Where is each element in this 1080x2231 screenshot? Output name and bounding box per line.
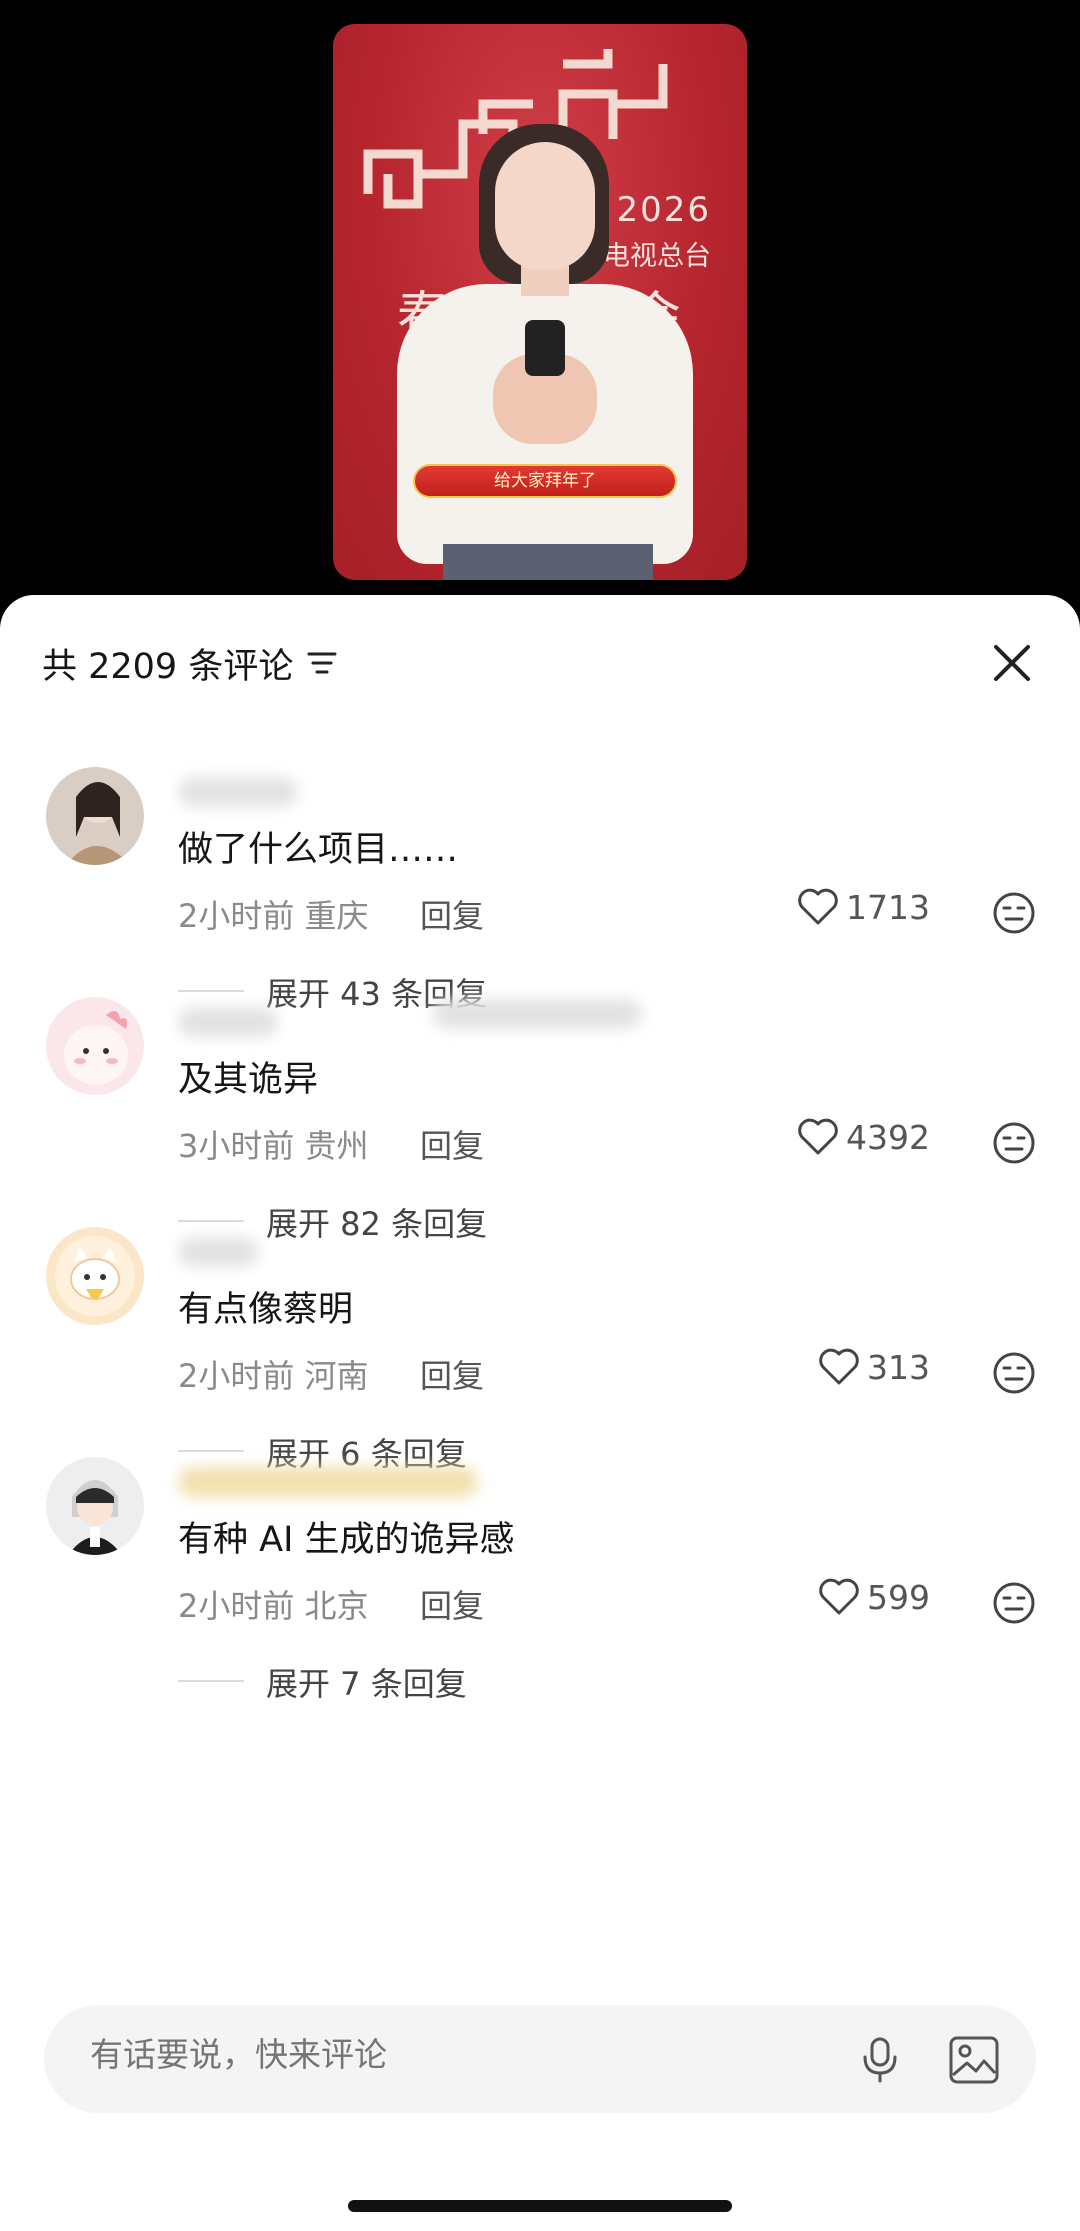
comment-time: 2小时前 — [178, 1587, 295, 1625]
greeting-banner: 给大家拜年了 — [413, 464, 677, 498]
expand-replies-button[interactable]: 展开 7 条回复 — [266, 1659, 467, 1705]
comment-location: 河南 — [304, 1357, 369, 1395]
avatar-image — [46, 1227, 144, 1325]
year-label: 2026 — [616, 190, 711, 230]
comment-input[interactable] — [90, 2035, 790, 2074]
avatar[interactable] — [46, 1227, 144, 1325]
comment-location: 贵州 — [304, 1127, 369, 1165]
comment-count: 共 2209 条评论 — [42, 646, 294, 687]
presenter-face — [495, 142, 595, 270]
username-badge-blurred — [432, 999, 642, 1029]
microphone — [525, 320, 565, 376]
avatar[interactable] — [46, 997, 144, 1095]
comment-time: 3小时前 — [178, 1127, 295, 1165]
username-blurred — [178, 777, 298, 807]
username-blurred — [178, 1237, 258, 1267]
close-button[interactable] — [984, 635, 1040, 691]
username-blurred — [178, 1007, 278, 1037]
comment-item: 有种 AI 生成的诡异感 2小时前 北京 回复 599 展开 7 条回复 — [0, 1457, 1080, 1757]
comment-location: 北京 — [304, 1587, 369, 1625]
comment-location: 重庆 — [304, 897, 369, 935]
heart-icon — [819, 1348, 859, 1385]
filter-icon[interactable] — [307, 649, 337, 677]
avatar-image — [46, 767, 144, 865]
like-count: 313 — [867, 1347, 930, 1387]
like-button[interactable]: 4392 — [796, 1117, 930, 1157]
expand-divider — [178, 990, 244, 992]
comment-time: 2小时前 — [178, 897, 295, 935]
reply-button[interactable]: 回复 — [420, 1121, 484, 1167]
reaction-face-icon[interactable] — [992, 1581, 1036, 1625]
home-indicator[interactable] — [348, 2200, 732, 2212]
username-blurred — [178, 1467, 478, 1497]
reaction-face-icon[interactable] — [992, 891, 1036, 935]
heart-icon — [819, 1578, 859, 1615]
expand-divider — [178, 1220, 244, 1222]
like-button[interactable]: 1713 — [796, 887, 930, 927]
heart-icon — [798, 1118, 838, 1155]
comment-sheet: 共 2209 条评论 做了什么项目…… 2小时前 重庆 回复 1713 展开 4… — [0, 595, 1080, 2231]
like-button[interactable]: 313 — [817, 1347, 930, 1387]
reply-button[interactable]: 回复 — [420, 1581, 484, 1627]
comment-text: 做了什么项目…… — [178, 830, 459, 870]
like-count: 599 — [867, 1577, 930, 1617]
avatar[interactable] — [46, 1457, 144, 1555]
comment-time: 2小时前 — [178, 1357, 295, 1395]
image-icon[interactable] — [948, 2035, 1000, 2085]
presenter-jeans — [443, 544, 653, 580]
greeting-banner-text: 给大家拜年了 — [494, 471, 596, 491]
comment-text: 有点像蔡明 — [178, 1290, 354, 1330]
like-count: 1713 — [846, 887, 930, 927]
expand-divider — [178, 1680, 244, 1682]
comment-text: 及其诡异 — [178, 1060, 319, 1100]
video-player[interactable]: 2026 播电视总台 春节…晚会 给大家拜年了 — [333, 24, 747, 580]
comment-input-bar[interactable] — [44, 2005, 1036, 2113]
video-area[interactable]: 2026 播电视总台 春节…晚会 给大家拜年了 — [0, 0, 1080, 600]
avatar-image — [46, 1457, 144, 1555]
comment-meta: 2小时前 北京 — [178, 1581, 369, 1627]
comment-text: 有种 AI 生成的诡异感 — [178, 1520, 515, 1560]
comment-meta: 2小时前 河南 — [178, 1351, 369, 1397]
microphone-icon[interactable] — [856, 2035, 904, 2083]
avatar-image — [46, 997, 144, 1095]
close-icon — [994, 645, 1030, 681]
like-count: 4392 — [846, 1117, 930, 1157]
comment-meta: 3小时前 贵州 — [178, 1121, 369, 1167]
reply-button[interactable]: 回复 — [420, 1351, 484, 1397]
sheet-header: 共 2209 条评论 — [42, 635, 337, 691]
comment-meta: 2小时前 重庆 — [178, 891, 369, 937]
reply-button[interactable]: 回复 — [420, 891, 484, 937]
reaction-face-icon[interactable] — [992, 1351, 1036, 1395]
reaction-face-icon[interactable] — [992, 1121, 1036, 1165]
avatar[interactable] — [46, 767, 144, 865]
expand-divider — [178, 1450, 244, 1452]
heart-icon — [798, 888, 838, 925]
like-button[interactable]: 599 — [817, 1577, 930, 1617]
